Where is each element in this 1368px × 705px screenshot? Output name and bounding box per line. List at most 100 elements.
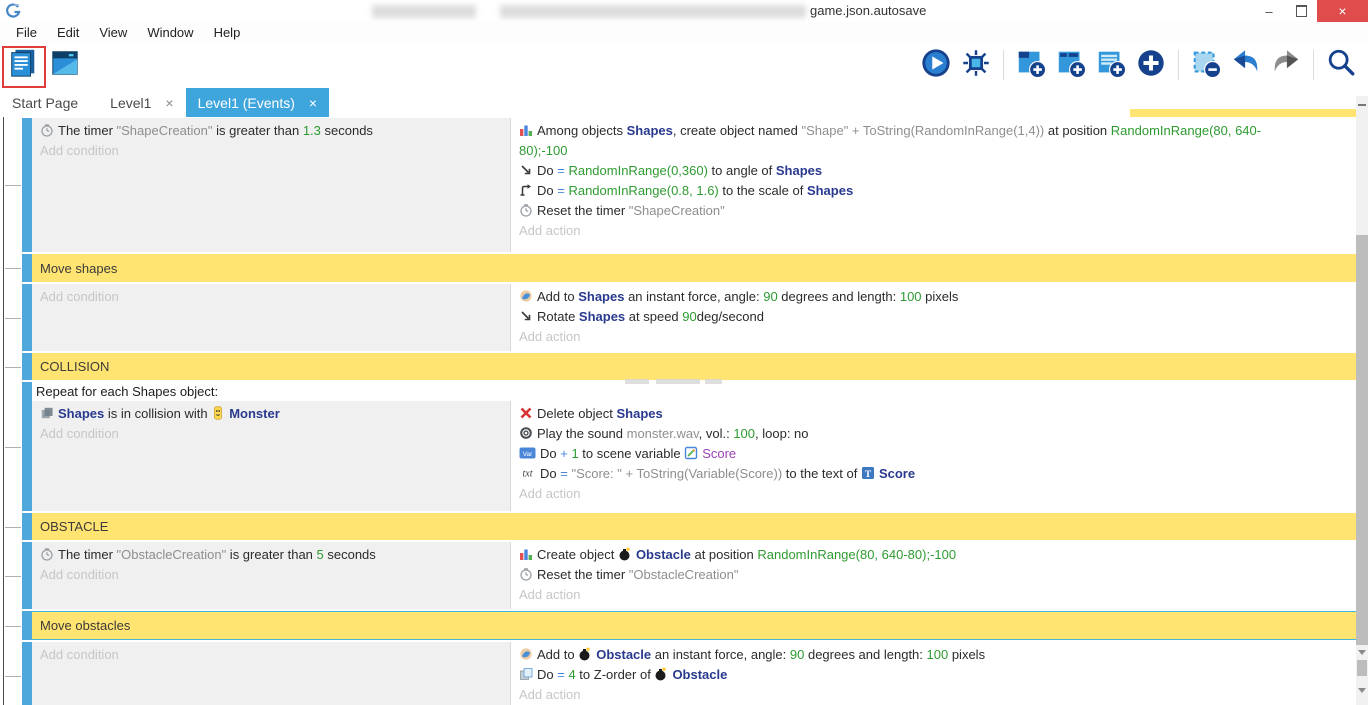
action-line[interactable]: Delete object Shapes bbox=[519, 404, 1348, 424]
scroll-down-arrow-icon[interactable] bbox=[1358, 688, 1366, 693]
action-line[interactable]: Among objects Shapes, create object name… bbox=[519, 121, 1348, 161]
menu-window[interactable]: Window bbox=[137, 22, 203, 44]
action-line[interactable]: Reset the timer "ObstacleCreation" bbox=[519, 565, 1348, 585]
action-line[interactable]: Reset the timer "ShapeCreation" bbox=[519, 201, 1348, 221]
tab-close-icon[interactable]: × bbox=[165, 95, 173, 111]
event-selection-bar[interactable] bbox=[22, 642, 32, 705]
add-sub-event-button[interactable] bbox=[1054, 48, 1088, 82]
condition-line[interactable]: Shapes is in collision with Monster bbox=[40, 404, 502, 424]
add-action-placeholder[interactable]: Add action bbox=[519, 484, 1348, 504]
menu-file[interactable]: File bbox=[6, 22, 47, 44]
gdevelop-logo-icon bbox=[5, 3, 21, 19]
svg-text:txt: txt bbox=[523, 469, 533, 480]
delete-selection-button[interactable] bbox=[1189, 48, 1223, 82]
comment-block[interactable]: OBSTACLE bbox=[32, 513, 1356, 540]
event-comment-row: COLLISION bbox=[22, 353, 1356, 380]
text-segment: "ObstacleCreation" bbox=[629, 567, 739, 582]
gutter-tick bbox=[5, 676, 21, 677]
text-segment: "ShapeCreation" bbox=[117, 123, 213, 138]
preview-play-button[interactable] bbox=[919, 48, 953, 82]
text-segment: deg/second bbox=[697, 309, 764, 324]
action-line[interactable]: txtDo = "Score: " + ToString(Variable(Sc… bbox=[519, 464, 1348, 484]
text-segment: RandomInRange(0.8, 1.6) bbox=[568, 183, 718, 198]
tab-close-icon[interactable]: × bbox=[309, 95, 317, 111]
action-line[interactable]: VarDo + 1 to scene variable Score bbox=[519, 444, 1348, 464]
scene-editor-button[interactable] bbox=[48, 48, 82, 82]
event-selection-bar[interactable] bbox=[22, 254, 32, 282]
scrollbar-thumb[interactable] bbox=[1356, 235, 1368, 645]
gutter-tick bbox=[5, 527, 21, 528]
event-selection-bar[interactable] bbox=[22, 542, 32, 609]
redo-button[interactable] bbox=[1269, 48, 1303, 82]
add-event-button[interactable] bbox=[1014, 48, 1048, 82]
comment-block[interactable]: Move shapes bbox=[32, 254, 1356, 282]
add-action-placeholder[interactable]: Add action bbox=[519, 585, 1348, 605]
text-segment: 1 bbox=[571, 446, 578, 461]
scrollbar-mini-thumb[interactable] bbox=[1357, 660, 1367, 676]
scroll-down-arrow-icon[interactable] bbox=[1358, 650, 1366, 655]
toolbar-separator bbox=[1313, 50, 1314, 80]
text-segment: RandomInRange(0,360) bbox=[568, 163, 707, 178]
foreach-header[interactable]: Repeat for each Shapes object: bbox=[32, 382, 1356, 401]
text-segment: "ObstacleCreation" bbox=[117, 547, 227, 562]
add-condition-placeholder[interactable]: Add condition bbox=[40, 645, 502, 665]
event-selection-bar[interactable] bbox=[22, 382, 32, 511]
tab-level1[interactable]: Level1× bbox=[98, 88, 185, 117]
tab-level1-events-[interactable]: Level1 (Events)× bbox=[186, 88, 329, 117]
event-selection-bar[interactable] bbox=[22, 611, 32, 640]
conditions-cell: Shapes is in collision with MonsterAdd c… bbox=[32, 401, 510, 511]
condition-line[interactable]: The timer "ObstacleCreation" is greater … bbox=[40, 545, 502, 565]
close-button[interactable]: × bbox=[1317, 0, 1368, 22]
add-action-placeholder[interactable]: Add action bbox=[519, 685, 1348, 705]
action-line[interactable]: Add to Shapes an instant force, angle: 9… bbox=[519, 287, 1348, 307]
search-button[interactable] bbox=[1324, 48, 1358, 82]
menu-edit[interactable]: Edit bbox=[47, 22, 89, 44]
project-manager-button[interactable] bbox=[6, 48, 40, 82]
event-selection-bar[interactable] bbox=[22, 118, 32, 252]
action-line[interactable]: Create object Obstacle at position Rando… bbox=[519, 545, 1348, 565]
vertical-scrollbar[interactable] bbox=[1356, 96, 1368, 705]
condition-line[interactable]: The timer "ShapeCreation" is greater tha… bbox=[40, 121, 502, 141]
object-reference: Shapes bbox=[579, 309, 625, 324]
event-main: Add condition Add to Shapes an instant fo… bbox=[32, 284, 1356, 351]
add-action-placeholder[interactable]: Add action bbox=[519, 327, 1348, 347]
add-action-placeholder[interactable]: Add action bbox=[519, 221, 1348, 241]
action-line[interactable]: Rotate Shapes at speed 90deg/second bbox=[519, 307, 1348, 327]
comment-block[interactable]: Move obstacles bbox=[32, 611, 1356, 640]
comment-block[interactable]: COLLISION bbox=[32, 353, 1356, 380]
text-segment: pixels bbox=[948, 647, 985, 662]
object-reference: Shapes bbox=[58, 406, 104, 421]
action-line[interactable]: Add to Obstacle an instant force, angle:… bbox=[519, 645, 1348, 665]
action-line[interactable]: Do = RandomInRange(0,360) to angle of Sh… bbox=[519, 161, 1348, 181]
menu-help[interactable]: Help bbox=[204, 22, 251, 44]
object-reference: Shapes bbox=[627, 123, 673, 138]
event-selection-bar[interactable] bbox=[22, 284, 32, 351]
menu-view[interactable]: View bbox=[89, 22, 137, 44]
event-selection-bar[interactable] bbox=[22, 353, 32, 380]
event-body: Add condition Add to Obstacle an instant … bbox=[32, 642, 1356, 705]
rotate-icon bbox=[519, 309, 533, 323]
text-segment: + bbox=[560, 446, 568, 461]
action-line[interactable]: Play the sound monster.wav, vol.: 100, l… bbox=[519, 424, 1348, 444]
add-condition-placeholder[interactable]: Add condition bbox=[40, 141, 502, 161]
add-condition-placeholder[interactable]: Add condition bbox=[40, 565, 502, 585]
maximize-button[interactable] bbox=[1285, 0, 1317, 22]
add-something-button[interactable] bbox=[1134, 48, 1168, 82]
action-line[interactable]: Do = 4 to Z-order of Obstacle bbox=[519, 665, 1348, 685]
undo-button[interactable] bbox=[1229, 48, 1263, 82]
tab-start-page[interactable]: Start Page bbox=[0, 88, 90, 117]
debug-button[interactable] bbox=[959, 48, 993, 82]
delete-selection-icon bbox=[1190, 47, 1222, 84]
event-selection-bar[interactable] bbox=[22, 513, 32, 540]
add-comment-button[interactable] bbox=[1094, 48, 1128, 82]
minimize-button[interactable]: – bbox=[1253, 0, 1285, 22]
add-condition-placeholder[interactable]: Add condition bbox=[40, 287, 502, 307]
text-segment: is greater than bbox=[226, 547, 316, 562]
text-segment: at speed bbox=[625, 309, 682, 324]
gutter-tick bbox=[5, 576, 21, 577]
project-manager-icon bbox=[7, 47, 39, 84]
event-body: The timer "ObstacleCreation" is greater … bbox=[32, 542, 1356, 609]
action-line[interactable]: Do = RandomInRange(0.8, 1.6) to the scal… bbox=[519, 181, 1348, 201]
add-condition-placeholder[interactable]: Add condition bbox=[40, 424, 502, 444]
gutter-tick bbox=[5, 318, 21, 319]
